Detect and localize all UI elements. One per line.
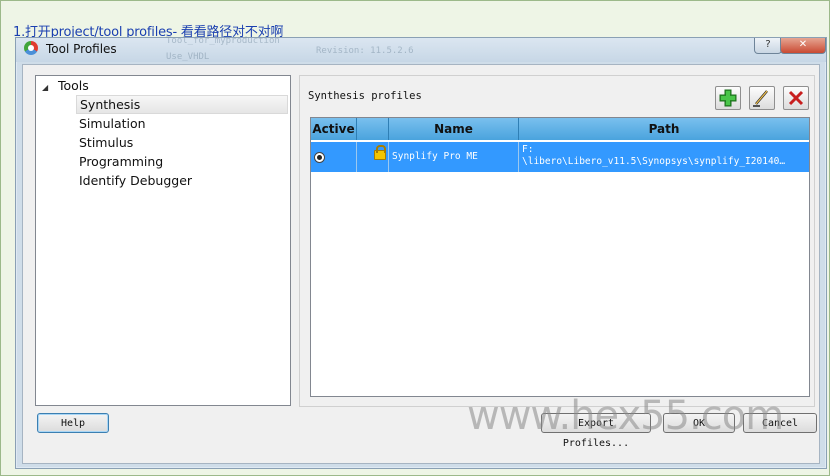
app-icon [24, 41, 38, 55]
tree-item-programming[interactable]: Programming [76, 152, 288, 171]
table-row[interactable]: Synplify Pro ME F: \libero\Libero_v11.5\… [311, 142, 809, 172]
title-bar[interactable]: Tool Profiles Tool_for_myproduction Revi… [16, 36, 826, 62]
background-ghost-text: Tool_for_myproduction [166, 36, 280, 46]
edit-profile-button[interactable] [749, 86, 775, 110]
profiles-panel: Synthesis profiles Active Name Path Synp… [299, 75, 815, 407]
tree-item-simulation[interactable]: Simulation [76, 114, 288, 133]
profile-path: F: \libero\Libero_v11.5\Synopsys\synplif… [522, 144, 812, 168]
help-title-button[interactable]: ? [754, 38, 782, 54]
path-line: F: [522, 144, 534, 155]
active-cell[interactable] [311, 142, 357, 172]
column-header-lock[interactable] [357, 118, 389, 140]
tools-tree[interactable]: ◢ Tools Synthesis Simulation Stimulus Pr… [35, 75, 291, 406]
profiles-table[interactable]: Active Name Path Synplify Pro ME F: \lib… [310, 117, 810, 397]
watermark-text: www.hex55.com [467, 393, 784, 439]
column-header-path[interactable]: Path [519, 118, 809, 140]
pencil-icon [753, 90, 768, 107]
tree-root-label: Tools [57, 78, 89, 93]
close-button[interactable]: ✕ [780, 38, 826, 54]
column-header-active[interactable]: Active [311, 118, 357, 140]
expand-arrow-icon[interactable]: ◢ [42, 83, 54, 92]
delete-profile-button[interactable] [783, 86, 809, 110]
window-title: Tool Profiles [46, 42, 117, 56]
path-line: \libero\Libero_v11.5\Synopsys\synplify_I… [522, 156, 786, 167]
panel-label: Synthesis profiles [308, 90, 422, 102]
name-cell: Synplify Pro ME [389, 142, 519, 172]
tree-item-synthesis[interactable]: Synthesis [76, 95, 288, 114]
background-ghost-text: Revision: 11.5.2.6 [316, 46, 414, 56]
background-ghost-text: Use_VHDL [166, 52, 210, 62]
add-profile-button[interactable] [715, 86, 741, 110]
active-radio[interactable] [314, 152, 325, 163]
profile-name: Synplify Pro ME [392, 151, 478, 162]
path-cell: F: \libero\Libero_v11.5\Synopsys\synplif… [519, 142, 809, 172]
x-icon [788, 90, 804, 106]
tree-item-identify-debugger[interactable]: Identify Debugger [76, 171, 288, 190]
plus-icon [719, 89, 737, 107]
table-header: Active Name Path [311, 118, 809, 140]
tree-item-stimulus[interactable]: Stimulus [76, 133, 288, 152]
lock-cell [357, 142, 389, 172]
column-header-name[interactable]: Name [389, 118, 519, 140]
lock-icon [374, 145, 386, 160]
pane-splitter[interactable] [293, 75, 297, 404]
screenshot-frame: 1.打开project/tool profiles- 看看路径对不对啊 Tool… [0, 0, 830, 476]
help-button[interactable]: Help [37, 413, 109, 433]
tree-root-tools[interactable]: ◢ Tools [42, 78, 89, 93]
